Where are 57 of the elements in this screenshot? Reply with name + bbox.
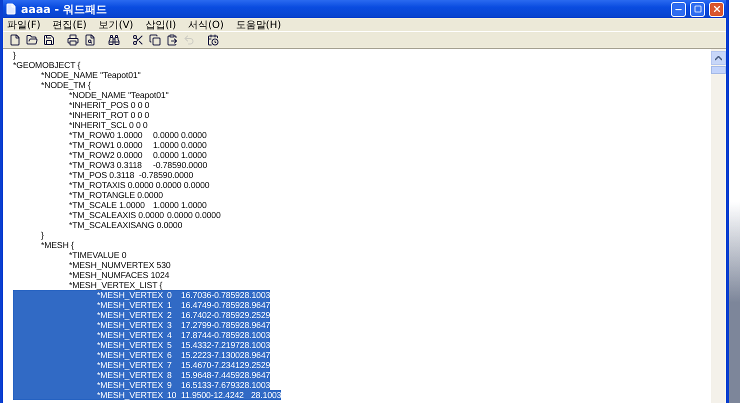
calendar-clock-button[interactable] (205, 32, 220, 46)
text-line: *MESH { (40, 240, 74, 250)
text-line: *MESH_NUMFACES 1024 (68, 270, 170, 280)
text-line: *TM_ROTAXIS 0.0000 0.0000 0.0000 (68, 180, 210, 190)
scissors-button[interactable] (130, 32, 145, 46)
close-icon (712, 4, 722, 14)
text-line: *INHERIT_ROT 0 0 0 (68, 110, 150, 120)
maximize-button[interactable] (690, 2, 705, 16)
binoculars-icon (108, 34, 120, 46)
text-line: *TM_POS 0.3118 -0.78590.0000 (68, 170, 194, 180)
page-icon (8, 34, 20, 46)
text-line: *GEOMOBJECT { (13, 60, 80, 70)
text-line: *INHERIT_POS 0 0 0 (68, 100, 150, 110)
page-magnifier-icon (84, 34, 96, 46)
scroll-thumb[interactable] (711, 66, 726, 74)
text-line: } (13, 50, 16, 60)
text-line: *TM_SCALEAXIS 0.0000 0.0000 0.0000 (68, 210, 221, 220)
menu-item[interactable]: 삽입(I) (145, 18, 176, 32)
vertical-scrollbar[interactable] (711, 49, 726, 403)
folder-icon (26, 34, 38, 46)
text-line: *MESH_NUMVERTEX 530 (68, 260, 171, 270)
calendar-clock-icon (206, 34, 218, 46)
printer-icon (66, 34, 78, 46)
text-line: *TM_ROW2 0.0000 0.0000 1.0000 (68, 150, 207, 160)
menu-item[interactable]: 보기(V) (98, 18, 134, 32)
scroll-up-button[interactable] (711, 51, 726, 65)
text-line: *TM_ROW3 0.3118 -0.78590.0000 (68, 160, 208, 170)
text-line: *TM_SCALE 1.0000 1.0000 1.0000 (68, 200, 207, 210)
text-line: *NODE_TM { (40, 80, 91, 90)
close-button[interactable] (709, 2, 724, 16)
text-line: *TM_ROTANGLE 0.0000 (68, 190, 163, 200)
disk-button[interactable] (41, 32, 56, 46)
copy-icon (148, 34, 160, 46)
clipboard-icon (166, 34, 178, 46)
menu-item[interactable]: 서식(O) (188, 18, 224, 32)
printer-button[interactable] (65, 32, 80, 46)
menu-item[interactable]: 도움말(H) (236, 18, 282, 32)
window-title: aaaa - 워드패드 (21, 2, 107, 16)
text-line: *MESH_VERTEX_LIST { (68, 280, 162, 290)
folder-button[interactable] (24, 32, 39, 46)
copy-button[interactable] (147, 32, 162, 46)
minimize-button[interactable] (671, 2, 686, 16)
menu-item[interactable]: 편집(E) (52, 18, 87, 32)
text-line: *NODE_NAME "Teapot01" (40, 70, 141, 80)
maximize-icon (694, 5, 702, 13)
text-line: *NODE_NAME "Teapot01" (68, 90, 169, 100)
text-line: *TM_ROW1 0.0000 1.0000 0.0000 (68, 140, 207, 150)
document-icon (5, 3, 17, 15)
text-line: *TM_ROW0 1.0000 0.0000 0.0000 (68, 130, 207, 140)
binoculars-button[interactable] (106, 32, 121, 46)
scissors-icon (132, 34, 144, 46)
text-line: *TIMEVALUE 0 (68, 250, 126, 260)
menu-item[interactable]: 파일(F) (7, 18, 41, 32)
undo-icon (182, 34, 194, 46)
text-line: *INHERIT_SCL 0 0 0 (68, 120, 148, 130)
text-line: } (40, 230, 44, 240)
text-line: *TM_SCALEAXISANG 0.0000 (68, 220, 182, 230)
